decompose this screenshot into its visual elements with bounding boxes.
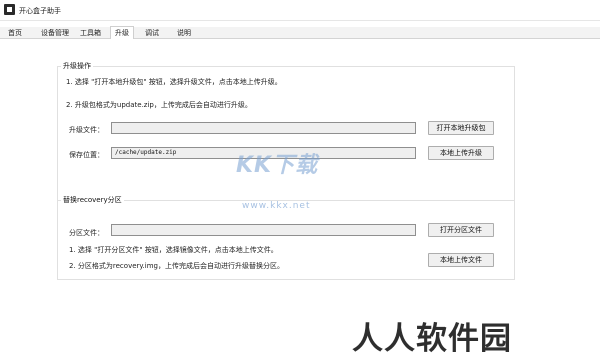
tab-home[interactable]: 首页 xyxy=(8,28,22,39)
local-upload-upgrade-button[interactable]: 本地上传升级 xyxy=(428,146,494,160)
app-icon xyxy=(4,4,15,15)
tab-toolbox[interactable]: 工具箱 xyxy=(80,28,101,39)
partition-file-field[interactable] xyxy=(111,224,416,236)
upgrade-instruction-1: 1. 选择 "打开本地升级包" 按钮，选择升级文件，点击本地上传升级。 xyxy=(66,78,282,86)
recovery-instruction-2: 2. 分区格式为recovery.img，上传完成后会自动进行升级替换分区。 xyxy=(69,262,284,270)
recovery-group: 替换recovery分区 分区文件： 打开分区文件 1. 选择 "打开分区文件"… xyxy=(57,195,515,280)
tab-device-management[interactable]: 设备管理 xyxy=(41,28,69,39)
tab-bar: 首页 设备管理 工具箱 升级 调试 说明 xyxy=(0,26,600,39)
save-location-label: 保存位置： xyxy=(69,151,104,159)
open-partition-file-button[interactable]: 打开分区文件 xyxy=(428,223,494,237)
renren-watermark: 人人软件园 xyxy=(352,321,512,357)
recovery-group-title: 替换recovery分区 xyxy=(61,195,124,205)
upgrade-group: 升级操作 1. 选择 "打开本地升级包" 按钮，选择升级文件，点击本地上传升级。… xyxy=(57,61,515,206)
upgrade-group-title: 升级操作 xyxy=(61,61,93,71)
local-upload-file-button[interactable]: 本地上传文件 xyxy=(428,253,494,267)
tab-debug[interactable]: 调试 xyxy=(145,28,159,39)
open-local-package-button[interactable]: 打开本地升级包 xyxy=(428,121,494,135)
partition-file-label: 分区文件： xyxy=(69,229,104,237)
upgrade-file-field[interactable] xyxy=(111,122,416,134)
recovery-instruction-1: 1. 选择 "打开分区文件" 按钮，选择镜像文件，点击本地上传文件。 xyxy=(69,246,278,254)
tab-about[interactable]: 说明 xyxy=(177,28,191,39)
window-title: 开心盒子助手 xyxy=(19,7,61,15)
title-bar: 开心盒子助手 xyxy=(0,0,600,21)
upgrade-file-label: 升级文件： xyxy=(69,126,104,134)
tab-upgrade[interactable]: 升级 xyxy=(110,26,134,39)
save-location-field[interactable]: /cache/update.zip xyxy=(111,147,416,159)
upgrade-instruction-2: 2. 升级包格式为update.zip，上传完成后会自动进行升级。 xyxy=(66,101,252,109)
